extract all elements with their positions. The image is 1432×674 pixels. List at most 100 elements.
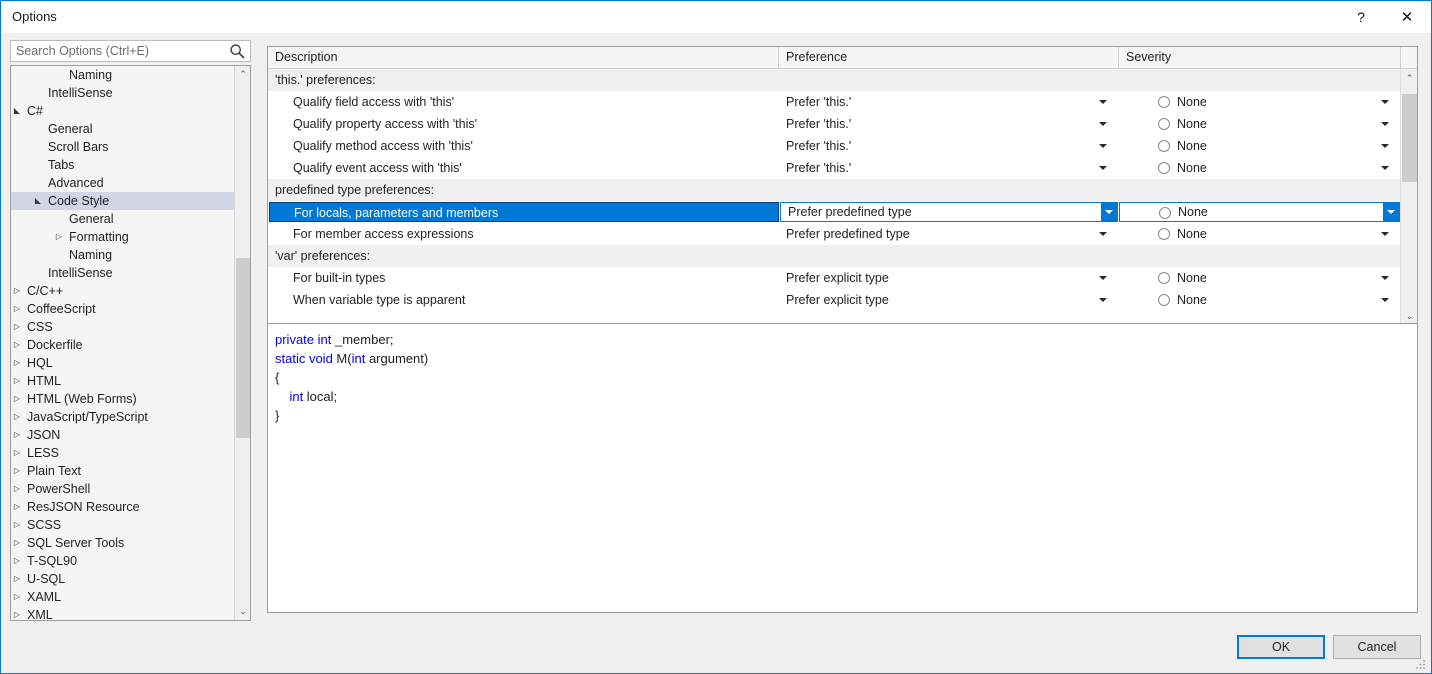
tree-item[interactable]: IntelliSense <box>11 84 235 102</box>
grid-column-header[interactable]: Severity <box>1119 47 1401 68</box>
tree-item[interactable]: ▷ JavaScript/TypeScript <box>11 408 235 426</box>
resize-grip[interactable] <box>1415 658 1427 670</box>
tree-item[interactable]: ▷ C/C++ <box>11 282 235 300</box>
chevron-down-icon[interactable] <box>1099 144 1107 148</box>
tree-item[interactable]: Advanced <box>11 174 235 192</box>
tree-item[interactable]: ▷ HTML (Web Forms) <box>11 390 235 408</box>
preference-combobox[interactable]: Prefer 'this.' <box>779 135 1119 157</box>
tree-item[interactable]: ▷ XML <box>11 606 235 620</box>
chevron-down-icon[interactable] <box>1381 166 1389 170</box>
tree-scroll-down-icon[interactable]: ⌄ <box>235 603 250 620</box>
grid-scroll-down-icon[interactable]: ⌄ <box>1401 307 1417 323</box>
tree-scrollbar-thumb[interactable] <box>236 258 250 438</box>
expander-collapsed-icon[interactable]: ▷ <box>11 354 23 372</box>
preference-combobox[interactable]: Prefer 'this.' <box>779 91 1119 113</box>
close-button[interactable]: ✕ <box>1384 1 1430 33</box>
chevron-down-icon[interactable] <box>1099 122 1107 126</box>
expander-collapsed-icon[interactable]: ▷ <box>11 426 23 444</box>
grid-row[interactable]: For built-in types Prefer explicit type No… <box>268 267 1401 289</box>
chevron-down-icon[interactable] <box>1099 276 1107 280</box>
tree-item[interactable]: Scroll Bars <box>11 138 235 156</box>
tree-item[interactable]: ▷ Formatting <box>11 228 235 246</box>
tree-item[interactable]: ▷ SCSS <box>11 516 235 534</box>
category-tree[interactable]: Naming IntelliSense ◣ C# General Scroll Bars T… <box>10 65 251 621</box>
expander-collapsed-icon[interactable]: ▷ <box>11 588 23 606</box>
preference-dropdown-button[interactable] <box>1101 203 1117 221</box>
expander-collapsed-icon[interactable]: ▷ <box>11 408 23 426</box>
expander-collapsed-icon[interactable]: ▷ <box>11 390 23 408</box>
tree-scrollbar[interactable]: ⌃ ⌄ <box>234 66 250 620</box>
help-button[interactable]: ? <box>1338 1 1384 33</box>
severity-dropdown-button[interactable] <box>1383 203 1399 221</box>
expander-expanded-icon[interactable]: ◣ <box>32 192 44 210</box>
grid-column-header[interactable]: Description <box>268 47 779 68</box>
tree-item[interactable]: ▷ SQL Server Tools <box>11 534 235 552</box>
grid-row[interactable]: Qualify event access with 'this' Prefer '… <box>268 157 1401 179</box>
grid-scroll-up-icon[interactable]: ⌃ <box>1401 69 1417 87</box>
search-input[interactable] <box>11 41 226 61</box>
expander-collapsed-icon[interactable]: ▷ <box>11 300 23 318</box>
grid-group-row[interactable]: predefined type preferences: <box>268 179 1401 201</box>
grid-group-row[interactable]: 'this.' preferences: <box>268 69 1401 91</box>
severity-combobox[interactable]: None <box>1119 135 1401 157</box>
grid-scrollbar[interactable]: ⌃ ⌄ <box>1400 69 1417 323</box>
preference-combobox[interactable]: Prefer explicit type <box>779 289 1119 311</box>
severity-combobox[interactable]: None <box>1119 267 1401 289</box>
tree-item[interactable]: ▷ U-SQL <box>11 570 235 588</box>
chevron-down-icon[interactable] <box>1381 298 1389 302</box>
search-box[interactable] <box>10 40 251 62</box>
expander-collapsed-icon[interactable]: ▷ <box>11 372 23 390</box>
expander-collapsed-icon[interactable]: ▷ <box>11 498 23 516</box>
grid-row[interactable]: For member access expressions Prefer pred… <box>268 223 1401 245</box>
expander-collapsed-icon[interactable]: ▷ <box>11 570 23 588</box>
tree-item[interactable]: ▷ XAML <box>11 588 235 606</box>
preference-combobox[interactable]: Prefer 'this.' <box>779 113 1119 135</box>
tree-item[interactable]: Naming <box>11 66 235 84</box>
preference-combobox[interactable]: Prefer predefined type <box>780 202 1118 222</box>
tree-item[interactable]: ▷ CoffeeScript <box>11 300 235 318</box>
tree-item[interactable]: ▷ LESS <box>11 444 235 462</box>
tree-item[interactable]: ◣ Code Style <box>11 192 235 210</box>
severity-combobox[interactable]: None <box>1119 202 1400 222</box>
preference-combobox[interactable]: Prefer 'this.' <box>779 157 1119 179</box>
severity-combobox[interactable]: None <box>1119 91 1401 113</box>
grid-row[interactable]: For locals, parameters and members Prefer… <box>268 201 1401 223</box>
grid-row[interactable]: Qualify method access with 'this' Prefer … <box>268 135 1401 157</box>
chevron-down-icon[interactable] <box>1099 100 1107 104</box>
tree-item[interactable]: IntelliSense <box>11 264 235 282</box>
tree-item[interactable]: Naming <box>11 246 235 264</box>
chevron-down-icon[interactable] <box>1381 100 1389 104</box>
tree-item[interactable]: ▷ CSS <box>11 318 235 336</box>
expander-collapsed-icon[interactable]: ▷ <box>11 336 23 354</box>
grid-row[interactable]: When variable type is apparent Prefer exp… <box>268 289 1401 311</box>
severity-combobox[interactable]: None <box>1119 223 1401 245</box>
chevron-down-icon[interactable] <box>1381 144 1389 148</box>
chevron-down-icon[interactable] <box>1099 298 1107 302</box>
grid-scrollbar-thumb[interactable] <box>1402 94 1417 182</box>
tree-item[interactable]: ▷ PowerShell <box>11 480 235 498</box>
expander-expanded-icon[interactable]: ◣ <box>11 102 23 120</box>
expander-collapsed-icon[interactable]: ▷ <box>11 318 23 336</box>
expander-collapsed-icon[interactable]: ▷ <box>53 228 65 246</box>
tree-item[interactable]: ▷ ResJSON Resource <box>11 498 235 516</box>
tree-item[interactable]: General <box>11 210 235 228</box>
chevron-down-icon[interactable] <box>1099 166 1107 170</box>
chevron-down-icon[interactable] <box>1381 122 1389 126</box>
grid-row[interactable]: Qualify field access with 'this' Prefer '… <box>268 91 1401 113</box>
ok-button[interactable]: OK <box>1237 635 1325 659</box>
grid-group-row[interactable]: 'var' preferences: <box>268 245 1401 267</box>
preference-combobox[interactable]: Prefer predefined type <box>779 223 1119 245</box>
expander-collapsed-icon[interactable]: ▷ <box>11 552 23 570</box>
chevron-down-icon[interactable] <box>1381 232 1389 236</box>
expander-collapsed-icon[interactable]: ▷ <box>11 444 23 462</box>
expander-collapsed-icon[interactable]: ▷ <box>11 480 23 498</box>
expander-collapsed-icon[interactable]: ▷ <box>11 282 23 300</box>
tree-item[interactable]: ▷ HTML <box>11 372 235 390</box>
tree-item[interactable]: ▷ Dockerfile <box>11 336 235 354</box>
tree-item[interactable]: ▷ JSON <box>11 426 235 444</box>
expander-collapsed-icon[interactable]: ▷ <box>11 516 23 534</box>
preference-combobox[interactable]: Prefer explicit type <box>779 267 1119 289</box>
grid-column-header[interactable]: Preference <box>779 47 1119 68</box>
chevron-down-icon[interactable] <box>1099 232 1107 236</box>
grid-row[interactable]: Qualify property access with 'this' Prefe… <box>268 113 1401 135</box>
